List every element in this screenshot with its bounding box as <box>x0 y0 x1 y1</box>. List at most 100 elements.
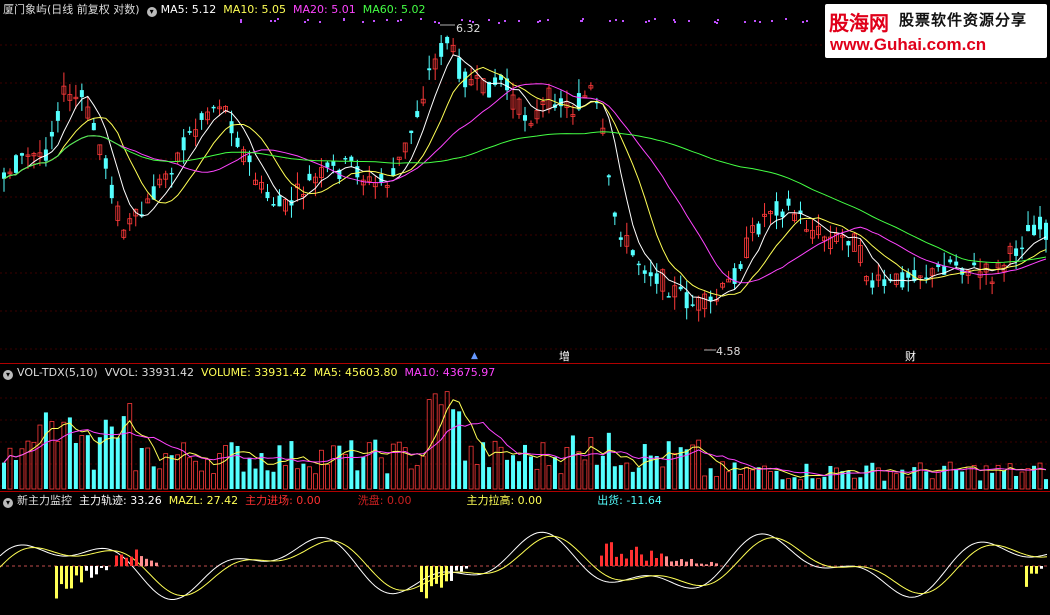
volume-bar <box>13 459 18 489</box>
indicator-bar <box>445 566 448 582</box>
volume-panel[interactable]: ▾ VOL-TDX(5,10) VVOL: 33931.42 VOLUME: 3393… <box>0 363 1050 491</box>
volume-bar <box>624 462 630 490</box>
volume-bar <box>552 457 557 489</box>
indicator-panel[interactable]: ▾ 新主力监控 主力轨迹: 33.26 MAZL: 27.42 主力进场: 0.00 洗盘… <box>0 491 1050 615</box>
volume-bar <box>169 455 174 489</box>
vol-ma5-label: MA5: 45603.80 <box>313 366 398 379</box>
signal-dot <box>240 21 242 23</box>
signal-dot <box>362 21 364 23</box>
candle-body <box>211 106 216 109</box>
signal-dot <box>785 18 787 20</box>
volume-bar <box>253 468 258 489</box>
indicator-bar <box>675 560 678 566</box>
signal-dot <box>716 22 718 24</box>
volume-bar <box>181 442 187 490</box>
volume-bar <box>1019 471 1025 490</box>
volume-bar <box>887 471 893 490</box>
low-price-label: 4.58 <box>716 345 741 358</box>
volume-bar <box>780 479 785 489</box>
ind-mazl-label: MAZL: 27.42 <box>168 494 239 507</box>
indicator-bar <box>700 563 703 566</box>
volume-bar <box>289 441 294 489</box>
volume-bar <box>139 448 144 489</box>
indicator-bar <box>655 557 658 566</box>
indicator-bar <box>450 566 453 581</box>
candle-body <box>109 184 114 199</box>
ma5-label: MA5: 5.12 <box>160 3 217 16</box>
volume-bar <box>851 477 857 490</box>
indicator-bar <box>145 558 148 566</box>
volume-bar <box>990 472 995 489</box>
volume-bar <box>954 468 959 489</box>
signal-dot <box>373 20 375 22</box>
volume-bar <box>864 465 869 489</box>
volume-bar <box>1002 470 1007 489</box>
indicator-bar <box>430 566 433 587</box>
indicator-bar <box>65 566 68 589</box>
volume-bar <box>366 442 372 490</box>
candle-body <box>642 270 647 274</box>
candle-body <box>277 195 282 207</box>
volume-bar <box>642 444 647 489</box>
indicator-bar <box>140 556 143 566</box>
ind-enter-label: 主力进场: 0.00 <box>245 494 321 507</box>
volume-bar <box>1037 462 1043 490</box>
indicator-chart[interactable] <box>0 491 1050 615</box>
volume-bar <box>337 445 342 489</box>
indicator-bar <box>620 553 623 566</box>
volume-bar <box>774 470 779 489</box>
volume-bar <box>929 478 935 490</box>
settings-circle-icon[interactable]: ▾ <box>146 7 157 17</box>
candle-body <box>187 131 192 133</box>
vvol-label: VVOL: 33931.42 <box>104 366 195 379</box>
volume-bar <box>798 479 803 490</box>
volume-bar <box>582 459 588 490</box>
candle-body <box>606 175 611 178</box>
ind-track-label: 主力轨迹: 33.26 <box>79 494 162 507</box>
volume-bar <box>163 453 169 490</box>
volume-bar <box>414 465 420 490</box>
volume-bar <box>91 469 96 489</box>
indicator-bar <box>605 543 608 566</box>
candle-body <box>972 262 977 266</box>
volume-bar <box>25 440 31 490</box>
volume-chart[interactable] <box>0 363 1050 491</box>
volume-bar <box>768 471 773 490</box>
candle-body <box>636 263 641 266</box>
candle-body <box>331 161 336 166</box>
candle-body <box>738 264 743 269</box>
signal-dot <box>648 20 650 22</box>
volume-bar <box>588 437 594 490</box>
volume-bar <box>307 466 312 490</box>
candle-body <box>870 280 875 288</box>
volume-bar <box>229 442 234 489</box>
volume-bar <box>528 456 533 489</box>
indicator-bar <box>80 566 83 583</box>
volume-bar <box>792 477 797 489</box>
candle-body <box>648 272 653 277</box>
volume-bar <box>511 455 516 489</box>
volume-bar <box>271 471 276 489</box>
settings-circle-icon[interactable]: ▾ <box>3 370 13 380</box>
indicator-bar <box>650 550 653 566</box>
volume-bar <box>474 464 480 490</box>
candle-body <box>1014 248 1019 256</box>
signal-dot <box>461 19 463 21</box>
settings-circle-icon[interactable]: ▾ <box>3 498 13 508</box>
event-marker-zeng[interactable]: 增 <box>559 348 570 364</box>
event-marker-cai[interactable]: 财 <box>905 348 916 364</box>
indicator-bar <box>420 566 423 593</box>
price-panel[interactable]: 厦门象屿(日线 前复权 对数) ▾ MA5: 5.12 MA10: 5.05 MA20:… <box>0 0 1050 363</box>
signal-dot <box>518 20 520 22</box>
candle-body <box>756 223 761 235</box>
candle-body <box>199 113 204 120</box>
candle-body <box>882 279 887 286</box>
candle-body <box>1026 225 1031 232</box>
signal-dot <box>400 19 402 21</box>
ind-wash-label: 洗盘: 0.00 <box>357 494 412 507</box>
volume-bar <box>828 465 833 489</box>
up-arrow-icon[interactable]: ▲ <box>471 351 478 361</box>
volume-bar <box>463 460 468 489</box>
candle-body <box>271 204 276 206</box>
volume-bar <box>870 462 875 489</box>
